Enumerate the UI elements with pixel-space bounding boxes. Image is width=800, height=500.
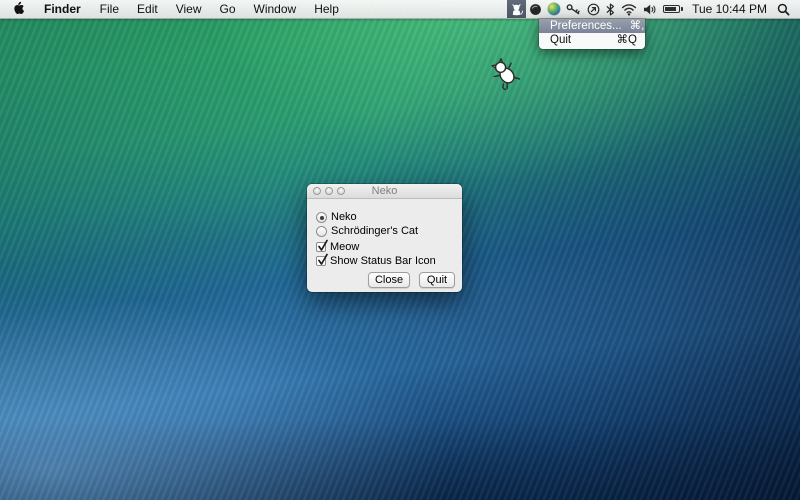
traffic-lights: [313, 187, 349, 195]
window-title-bar[interactable]: Neko: [307, 184, 462, 199]
close-button[interactable]: Close: [368, 272, 410, 288]
menu-item-go[interactable]: Go: [211, 0, 245, 18]
menu-item-finder[interactable]: Finder: [34, 0, 91, 18]
radio-schrodingers-cat-label: Schrödinger's Cat: [331, 225, 418, 237]
battery-icon[interactable]: [660, 0, 686, 18]
minimize-window-button[interactable]: [325, 187, 333, 195]
key-status-icon[interactable]: [563, 0, 584, 18]
spotlight-icon[interactable]: [774, 0, 800, 18]
apple-logo-icon: [13, 1, 25, 18]
menu-item-quit-shortcut: ⌘Q: [617, 33, 637, 47]
close-window-button[interactable]: [313, 187, 321, 195]
bluetooth-icon[interactable]: [603, 0, 618, 18]
status-icon-cluster: Tue 10:44 PM: [507, 0, 800, 18]
menu-item-quit-label: Quit: [550, 33, 571, 47]
radio-schrodingers-cat-control[interactable]: [316, 226, 327, 237]
location-arrow-status-icon[interactable]: [584, 0, 603, 18]
menu-bar: Finder File Edit View Go Window Help: [0, 0, 800, 19]
apple-menu[interactable]: [0, 0, 34, 18]
radio-neko-control[interactable]: [316, 212, 327, 223]
neko-status-icon[interactable]: [507, 0, 526, 18]
checkbox-meow-label: Meow: [330, 241, 359, 253]
radio-schrodingers-cat[interactable]: Schrödinger's Cat: [316, 225, 418, 237]
menu-bar-left: Finder File Edit View Go Window Help: [0, 0, 348, 18]
menu-item-preferences-shortcut: ⌘,: [630, 19, 645, 33]
menu-item-help[interactable]: Help: [305, 0, 348, 18]
radio-neko[interactable]: Neko: [316, 211, 357, 223]
checkbox-show-status-bar-icon-control[interactable]: [316, 256, 326, 266]
menu-item-preferences-label: Preferences...: [550, 19, 622, 33]
checkbox-show-status-bar-icon[interactable]: Show Status Bar Icon: [316, 255, 436, 267]
radio-neko-label: Neko: [331, 211, 357, 223]
color-globe-status-icon[interactable]: [545, 0, 563, 18]
checkbox-meow[interactable]: Meow: [316, 241, 359, 253]
neko-cat-sprite: [486, 53, 525, 93]
volume-icon[interactable]: [640, 0, 660, 18]
menu-item-window[interactable]: Window: [245, 0, 306, 18]
checkbox-meow-control[interactable]: [316, 242, 326, 252]
quit-button[interactable]: Quit: [419, 272, 455, 288]
menu-item-preferences[interactable]: Preferences... ⌘,: [539, 19, 645, 33]
desktop: Finder File Edit View Go Window Help: [0, 0, 800, 500]
menu-item-edit[interactable]: Edit: [128, 0, 167, 18]
checkbox-show-status-bar-icon-label: Show Status Bar Icon: [330, 255, 436, 267]
menu-bar-clock[interactable]: Tue 10:44 PM: [686, 2, 774, 16]
zoom-window-button[interactable]: [337, 187, 345, 195]
menu-item-view[interactable]: View: [167, 0, 211, 18]
menu-item-quit[interactable]: Quit ⌘Q: [539, 33, 645, 47]
wifi-icon[interactable]: [618, 0, 640, 18]
neko-status-menu: Preferences... ⌘, Quit ⌘Q: [539, 19, 645, 49]
dark-disc-status-icon[interactable]: [526, 0, 545, 18]
neko-window: Neko Neko Schrödinger's Cat Meow: [307, 184, 462, 292]
menu-item-file[interactable]: File: [91, 0, 128, 18]
